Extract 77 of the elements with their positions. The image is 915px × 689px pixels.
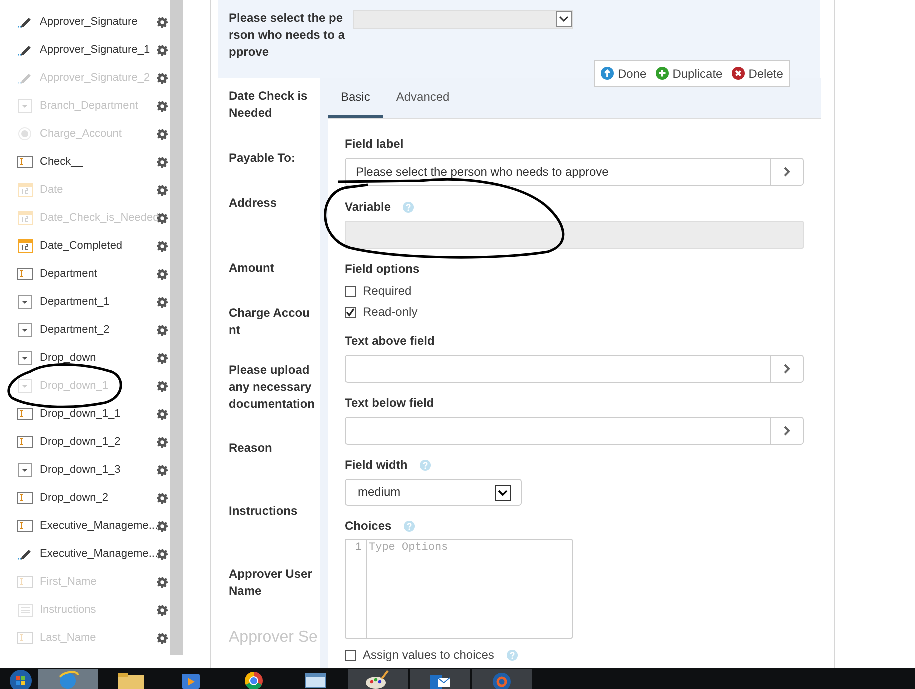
settings-icon[interactable] [157,212,168,224]
checkbox-label: Required [363,284,412,299]
field-name[interactable]: Approver_Signature_1 [40,42,157,58]
settings-icon[interactable] [157,184,168,196]
field-label: Reason [229,440,274,457]
field-label: Choices [345,519,392,534]
settings-icon[interactable] [157,100,168,112]
settings-icon[interactable] [157,324,168,336]
field-label: Instructions [229,503,299,520]
placeholder-text: Type Options [369,542,448,554]
globe-icon[interactable] [38,668,98,688]
checkbox[interactable] [345,307,356,318]
tab[interactable]: Advanced [383,78,463,118]
settings-icon[interactable] [157,296,168,308]
field-label: Text below field [345,396,434,411]
checkbox-label: Read-only [363,305,418,320]
action-button[interactable]: Done [601,64,647,82]
field-label: Amount [229,260,276,277]
field-name[interactable]: Drop_down_1_3 [40,462,157,478]
field-name[interactable]: Drop_down_1_2 [40,434,157,450]
checkbox[interactable] [345,650,356,661]
field-label: Address [229,195,278,212]
field-name[interactable]: Executive_Manageme... [40,546,157,562]
field-label: Charge Account [229,305,311,339]
field-name[interactable]: Department_1 [40,294,157,310]
close-icon [732,67,745,80]
field-label: Payable To: [229,150,296,167]
settings-icon[interactable] [157,632,168,644]
caret-icon[interactable] [559,16,569,22]
settings-icon[interactable] [157,604,168,616]
settings-icon[interactable] [157,548,168,560]
settings-icon[interactable] [157,408,168,420]
field-name[interactable]: Department [40,266,157,282]
field-name[interactable]: Drop_down [40,350,157,366]
settings-icon[interactable] [157,268,168,280]
settings-icon[interactable] [157,380,168,392]
field-name[interactable]: Department_2 [40,322,157,338]
settings-icon[interactable] [157,576,168,588]
settings-icon[interactable] [157,240,168,252]
select-field[interactable] [353,10,573,29]
field-name[interactable]: Drop_down_1_1 [40,406,157,422]
settings-icon[interactable] [157,492,168,504]
arrow-up-icon [601,67,614,80]
line-number: 1 [355,542,362,554]
field-label: Please upload any necessary documentation [229,362,315,413]
field-label: Variable [345,200,392,215]
settings-icon[interactable] [157,156,168,168]
caret-icon[interactable] [498,490,508,496]
field-label: Field options [345,262,420,277]
action-button[interactable]: Delete [732,64,784,82]
scrollbar[interactable] [170,0,183,655]
settings-icon[interactable] [157,44,168,56]
action-button[interactable]: Duplicate [656,64,723,82]
field-label: Text above field [345,334,435,349]
settings-icon[interactable] [157,520,168,532]
field-name[interactable]: Approver_Signature [40,14,157,30]
mail-icon[interactable] [410,668,470,688]
settings-icon[interactable] [157,352,168,364]
select-field[interactable]: medium [345,479,522,506]
paint-palette-icon[interactable] [348,668,408,688]
field-label: Date Check is Needed [229,88,309,122]
checkbox-label: Assign values to choices [363,648,494,663]
settings-icon[interactable] [157,128,168,140]
checkbox[interactable] [345,286,356,297]
field-name[interactable]: Executive_Manageme... [40,518,157,534]
settings-icon[interactable] [157,436,168,448]
field-label: Field label [345,137,404,152]
field-name[interactable]: Drop_down_2 [40,490,157,506]
settings-icon[interactable] [157,72,168,84]
field-label: Approver User Name [229,566,314,600]
field-label: Field width [345,458,408,473]
plus-icon [656,67,669,80]
field-label: Please select the person who needs to approve [229,10,345,61]
settings-icon[interactable] [157,16,168,28]
field-name[interactable]: Check__ [40,154,157,170]
field-name[interactable]: Date_Completed [40,238,157,254]
settings-icon[interactable] [157,464,168,476]
